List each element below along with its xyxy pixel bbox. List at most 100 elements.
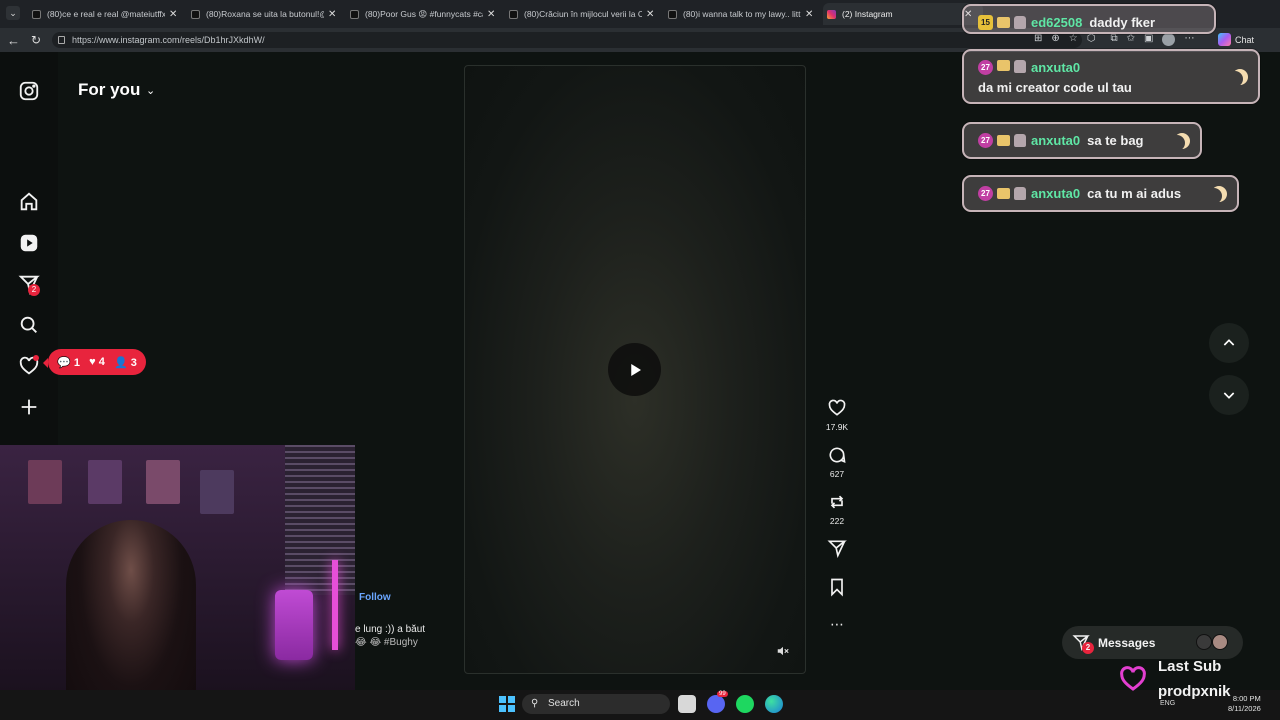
clock-date: 8/11/2026 <box>1228 704 1261 713</box>
chat-sub-badge: 27 <box>978 186 993 201</box>
copilot-chat-button[interactable]: Chat <box>1218 33 1254 46</box>
extensions-icon[interactable]: ⬡ <box>1087 33 1096 46</box>
chat-message: 15 ed62508 daddy fker <box>962 4 1216 34</box>
mute-icon[interactable] <box>776 644 790 658</box>
heart-icon[interactable] <box>18 355 40 377</box>
browser-tab[interactable]: (80)Roxana se uita la butonul!@ro ✕ <box>187 3 342 25</box>
app-available-icon[interactable]: ⊞ <box>1034 33 1042 46</box>
gift-icon <box>997 60 1010 71</box>
messages-badge: 2 <box>28 284 40 296</box>
follow-button[interactable]: Follow <box>359 592 391 603</box>
browser-tab[interactable]: (80)i wanna talk to my lawy.. little ✕ <box>664 3 819 25</box>
instagram-logo-icon[interactable] <box>18 80 40 102</box>
messages-badge: 2 <box>1082 642 1094 654</box>
zoom-icon[interactable]: ⊕ <box>1051 33 1059 46</box>
robot-icon <box>1014 15 1026 29</box>
taskbar-clock[interactable]: 8:00 PM 8/11/2026 <box>1228 694 1261 714</box>
browser-tab[interactable]: (80)Crăciun în mijlocul verii la Cra ✕ <box>505 3 660 25</box>
wall-poster <box>200 470 234 514</box>
tab-title: (80)Crăciun în mijlocul verii la Cra <box>524 9 642 19</box>
collections-icon[interactable]: ▣ <box>1144 33 1153 46</box>
feed-title[interactable]: For you <box>78 80 140 100</box>
chat-username: anxuta0 <box>1031 186 1081 201</box>
gift-icon <box>997 188 1010 199</box>
like-action[interactable]: 17.9K <box>820 398 854 432</box>
tab-title: (80)Poor Gus 😡 #funnycats #cats <box>365 8 483 19</box>
close-icon[interactable]: ✕ <box>646 9 654 20</box>
discord-icon[interactable]: 99 <box>707 691 728 713</box>
messages-icon[interactable]: 2 <box>18 273 40 296</box>
robot-icon <box>1014 60 1026 73</box>
chevron-down-icon[interactable]: ⌄ <box>146 84 155 97</box>
file-explorer-icon[interactable] <box>678 695 696 713</box>
reel-caption: e lung :)) a băut <box>355 624 426 635</box>
chat-button-label: Chat <box>1235 34 1255 45</box>
next-reel-button[interactable] <box>1209 375 1249 415</box>
browser-tab[interactable]: (80)Poor Gus 😡 #funnycats #cats ✕ <box>346 3 501 25</box>
close-icon[interactable]: ✕ <box>487 9 495 20</box>
back-arrow-icon[interactable]: ← <box>7 33 20 48</box>
chat-username: anxuta0 <box>1031 60 1081 75</box>
tiktok-icon <box>350 9 359 19</box>
refresh-icon[interactable]: ↻ <box>31 33 41 47</box>
previous-reel-button[interactable] <box>1209 323 1249 363</box>
like-notification: ♥ 4 <box>89 356 105 368</box>
robot-icon <box>1014 134 1026 147</box>
url-text: https://www.instagram.com/reels/Db1hrJXk… <box>72 35 265 45</box>
close-icon[interactable]: ✕ <box>805 9 813 20</box>
close-icon[interactable]: ✕ <box>169 9 177 20</box>
browser-tab[interactable]: (80)ce e real e real @mateiutffx #f ✕ <box>28 3 183 25</box>
favorites-bar-icon[interactable]: ✩ <box>1127 33 1135 46</box>
plus-icon[interactable] <box>18 396 40 418</box>
tiktok-icon <box>191 9 200 19</box>
home-icon[interactable] <box>18 191 40 213</box>
last-sub-label: Last Sub <box>1158 658 1222 675</box>
copilot-icon <box>1218 33 1231 46</box>
profile-avatar[interactable] <box>1162 33 1176 46</box>
wall-poster <box>88 460 122 504</box>
favorite-icon[interactable]: ☆ <box>1069 33 1078 46</box>
taskbar-search[interactable]: ⚲ Search <box>522 694 670 714</box>
browser-tab-active[interactable]: (2) Instagram ✕ <box>823 3 983 25</box>
tiktok-icon <box>32 9 41 19</box>
comment-icon <box>829 447 846 463</box>
chat-sub-badge: 27 <box>978 60 993 75</box>
windows-start-icon[interactable] <box>499 696 515 712</box>
save-action[interactable] <box>820 577 854 601</box>
notification-dot <box>33 355 39 361</box>
share-action[interactable] <box>820 538 854 562</box>
more-icon[interactable]: ⋯ <box>1184 33 1194 46</box>
tab-title: (80)i wanna talk to my lawy.. little <box>683 9 801 19</box>
address-bar[interactable]: https://www.instagram.com/reels/Db1hrJXk… <box>52 32 1082 48</box>
search-icon[interactable] <box>18 314 40 336</box>
share-icon <box>827 540 847 558</box>
chat-sub-badge: 27 <box>978 133 993 148</box>
reels-icon[interactable] <box>18 232 40 254</box>
comment-action[interactable]: 627 <box>820 445 854 479</box>
chat-username: anxuta0 <box>1031 133 1081 148</box>
split-screen-icon[interactable]: ⧉ <box>1110 33 1117 46</box>
tab-actions-button[interactable]: ⌄ <box>6 6 20 20</box>
neon-light <box>332 560 338 650</box>
search-icon: ⚲ <box>531 698 539 709</box>
reel-hashtags[interactable]: 😂 😂 #Bughy <box>355 637 418 648</box>
spotify-icon[interactable] <box>736 695 754 713</box>
bookmark-icon <box>831 578 843 597</box>
play-button[interactable] <box>608 343 661 396</box>
language-indicator[interactable]: ENG <box>1160 700 1175 707</box>
instagram-icon <box>827 9 836 19</box>
activity-notification-pill[interactable]: 💬 1 ♥ 4 👤 3 <box>43 349 146 375</box>
avatar <box>1196 634 1212 650</box>
desk-light <box>275 590 313 660</box>
wall-poster <box>28 460 62 504</box>
tiktok-icon <box>509 9 518 19</box>
comment-count: 1 <box>73 356 81 369</box>
moon-icon <box>1211 186 1227 202</box>
discord-badge: 99 <box>717 691 728 697</box>
edge-icon[interactable] <box>765 695 783 713</box>
more-options-icon[interactable]: ⋯ <box>820 616 854 633</box>
messages-button[interactable]: 2 Messages <box>1062 626 1243 659</box>
close-icon[interactable]: ✕ <box>328 9 336 20</box>
repost-action[interactable]: 222 <box>820 492 854 526</box>
chat-text: daddy fker <box>1089 14 1156 30</box>
